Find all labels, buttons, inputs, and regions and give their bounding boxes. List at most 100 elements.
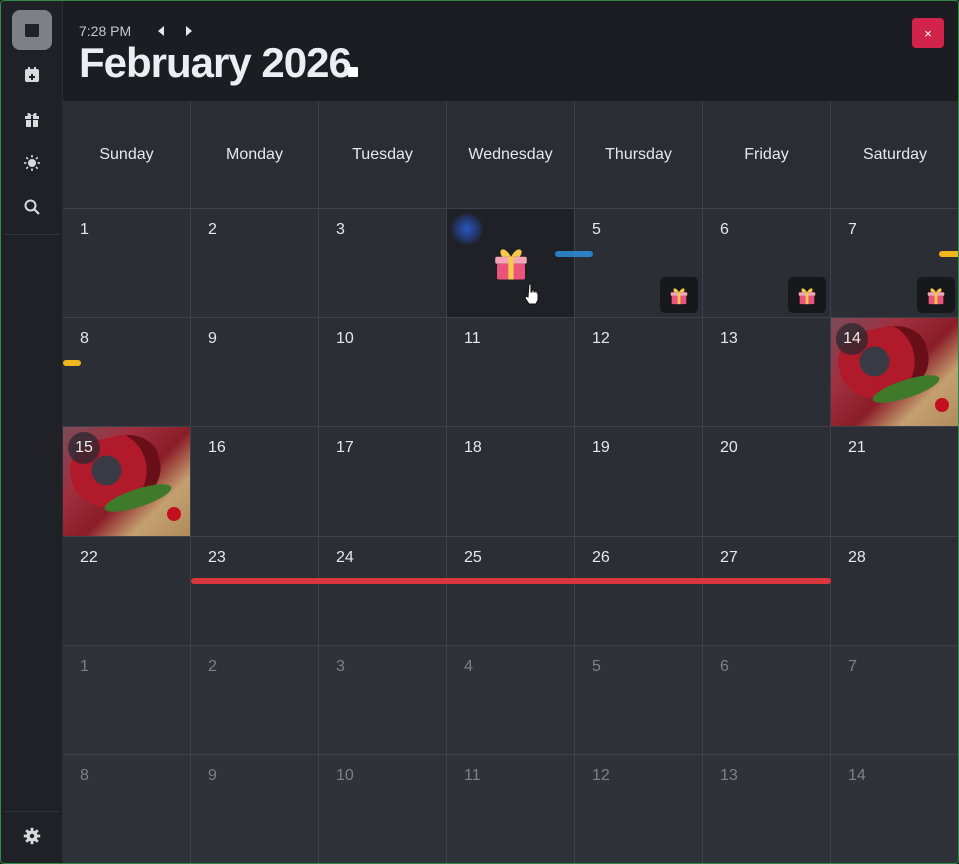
event-bar[interactable]: [939, 251, 958, 257]
day-cell[interactable]: 12: [575, 318, 703, 427]
day-number: 9: [208, 330, 217, 347]
day-number: 23: [208, 549, 226, 566]
day-cell[interactable]: 7: [831, 209, 958, 318]
day-cell-next-month[interactable]: 13: [703, 755, 831, 863]
sidebar-calendar-button[interactable]: [12, 10, 52, 50]
event-bar[interactable]: [555, 251, 593, 257]
day-number: 1: [80, 221, 89, 238]
day-cell[interactable]: 27: [703, 537, 831, 646]
day-cell-next-month[interactable]: 4: [447, 646, 575, 755]
day-number: 2: [208, 658, 217, 675]
day-cell[interactable]: 16: [191, 427, 319, 537]
day-cell[interactable]: 18: [447, 427, 575, 537]
hand-cursor-icon: [524, 283, 540, 305]
day-cell-next-month[interactable]: 2: [191, 646, 319, 755]
day-cell[interactable]: 25: [447, 537, 575, 646]
day-cell[interactable]: 15: [63, 427, 191, 537]
day-number: 14: [848, 767, 866, 784]
day-number: 5: [592, 221, 601, 238]
day-number: 26: [592, 549, 610, 566]
sidebar-add-event-button[interactable]: [12, 55, 52, 95]
day-cell[interactable]: 17: [319, 427, 447, 537]
day-number: 24: [336, 549, 354, 566]
day-cell[interactable]: 26: [575, 537, 703, 646]
day-cell[interactable]: 8: [63, 318, 191, 427]
event-bar[interactable]: [191, 578, 831, 584]
sidebar-settings-button[interactable]: [12, 816, 52, 856]
sidebar-gifts-button[interactable]: [12, 99, 52, 139]
day-number: 16: [208, 439, 226, 456]
gift-badge[interactable]: [917, 277, 955, 313]
day-number: 10: [336, 767, 354, 784]
day-cell-next-month[interactable]: 11: [447, 755, 575, 863]
weekday-header-tuesday: Tuesday: [319, 101, 447, 209]
day-cell[interactable]: 22: [63, 537, 191, 646]
day-number: 28: [848, 549, 866, 566]
next-month-button[interactable]: [182, 23, 196, 39]
sidebar-theme-button[interactable]: [12, 143, 52, 183]
prev-month-button[interactable]: [154, 23, 168, 39]
day-cell-next-month[interactable]: 5: [575, 646, 703, 755]
day-number: 11: [464, 330, 481, 347]
calendar-window: 7:28 PM February 2026 × Sunday Monday Tues…: [0, 0, 959, 864]
day-number: 7: [848, 221, 857, 238]
calendar-add-icon: [25, 67, 39, 82]
rose-shape: [935, 398, 949, 412]
day-cell[interactable]: 14: [831, 318, 958, 427]
day-cell[interactable]: [447, 209, 575, 318]
day-cell[interactable]: 21: [831, 427, 958, 537]
day-number: 27: [720, 549, 738, 566]
gift-badge[interactable]: [660, 277, 698, 313]
day-cell-next-month[interactable]: 10: [319, 755, 447, 863]
current-time: 7:28 PM: [79, 23, 132, 39]
day-cell[interactable]: 23: [191, 537, 319, 646]
day-cell[interactable]: 13: [703, 318, 831, 427]
day-cell-next-month[interactable]: 14: [831, 755, 958, 863]
gift-icon: [927, 288, 945, 305]
event-bar[interactable]: [63, 360, 81, 366]
day-number: 8: [80, 330, 89, 347]
title-marker: [348, 67, 358, 77]
day-cell[interactable]: 5: [575, 209, 703, 318]
weekday-header-saturday: Saturday: [831, 101, 958, 209]
day-cell-next-month[interactable]: 6: [703, 646, 831, 755]
day-cell[interactable]: 9: [191, 318, 319, 427]
day-number: 12: [592, 330, 610, 347]
triangle-left-icon: [158, 26, 164, 36]
day-cell[interactable]: 24: [319, 537, 447, 646]
day-cell-next-month[interactable]: 12: [575, 755, 703, 863]
gift-badge[interactable]: [788, 277, 826, 313]
day-cell[interactable]: 2: [191, 209, 319, 318]
day-cell-next-month[interactable]: 7: [831, 646, 958, 755]
day-number: 13: [720, 767, 738, 784]
day-cell[interactable]: 10: [319, 318, 447, 427]
gift-button[interactable]: [490, 241, 532, 283]
day-cell[interactable]: 1: [63, 209, 191, 318]
weekday-header-friday: Friday: [703, 101, 831, 209]
day-cell-next-month[interactable]: 9: [191, 755, 319, 863]
day-cell[interactable]: 6: [703, 209, 831, 318]
day-cell-next-month[interactable]: 8: [63, 755, 191, 863]
day-number: 12: [592, 767, 610, 784]
day-cell[interactable]: 19: [575, 427, 703, 537]
day-cell[interactable]: 11: [447, 318, 575, 427]
day-number: 18: [464, 439, 482, 456]
day-number: 20: [720, 439, 738, 456]
weekday-header-sunday: Sunday: [63, 101, 191, 209]
sidebar-divider: [5, 811, 59, 812]
triangle-right-icon: [186, 26, 192, 36]
sun-icon: [24, 155, 40, 171]
day-cell[interactable]: 3: [319, 209, 447, 318]
gift-icon: [798, 288, 816, 305]
day-cell[interactable]: 28: [831, 537, 958, 646]
sidebar-search-button[interactable]: [12, 187, 52, 227]
day-number: 4: [464, 658, 473, 675]
day-cell-next-month[interactable]: 3: [319, 646, 447, 755]
close-button[interactable]: ×: [912, 18, 944, 48]
weekday-header-thursday: Thursday: [575, 101, 703, 209]
weekday-header-monday: Monday: [191, 101, 319, 209]
day-cell[interactable]: 20: [703, 427, 831, 537]
day-cell-next-month[interactable]: 1: [63, 646, 191, 755]
day-number: 3: [336, 221, 345, 238]
day-number: 2: [208, 221, 217, 238]
